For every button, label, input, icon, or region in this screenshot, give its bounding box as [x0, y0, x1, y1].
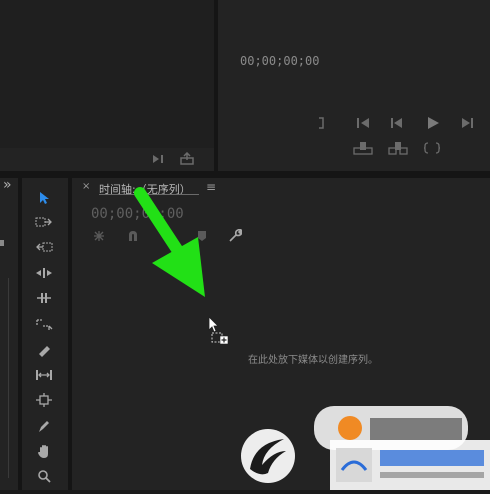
panel-scrollbar[interactable] [8, 278, 13, 478]
drag-cursor-icon [208, 316, 230, 350]
close-tab-icon[interactable]: × [82, 181, 90, 192]
export-frame-icon[interactable] [180, 151, 194, 168]
program-monitor-panel: 00;00;00;00 [218, 0, 490, 171]
step-forward-icon[interactable] [460, 117, 474, 132]
wrench-icon[interactable] [229, 228, 243, 245]
step-back-icon[interactable] [390, 117, 404, 132]
pen-tool-icon[interactable] [35, 418, 53, 434]
slide-tool-icon[interactable] [35, 392, 53, 408]
export-frame-icon[interactable] [423, 142, 441, 157]
green-arrow-annotation [130, 185, 220, 309]
rolling-edit-tool-icon[interactable] [35, 290, 53, 306]
extract-icon[interactable] [388, 141, 408, 158]
ripple-edit-tool-icon[interactable] [35, 265, 53, 281]
insert-icon[interactable] [152, 153, 166, 168]
panel-divider[interactable] [0, 171, 490, 178]
program-timecode[interactable]: 00;00;00;00 [240, 54, 319, 68]
go-to-in-icon[interactable] [356, 117, 372, 132]
track-select-backward-tool-icon[interactable] [35, 239, 53, 255]
timeline-drop-hint: 在此处放下媒体以创建序列。 [248, 355, 378, 366]
panel-divider[interactable] [214, 0, 218, 171]
track-select-forward-tool-icon[interactable] [35, 214, 53, 230]
project-panel-edge: » [0, 177, 18, 490]
rate-stretch-tool-icon[interactable] [35, 316, 53, 332]
panel-overflow-icon[interactable]: » [3, 177, 12, 193]
lift-icon[interactable] [353, 141, 373, 158]
source-monitor-screen [0, 0, 214, 148]
play-icon[interactable] [426, 116, 440, 133]
scroll-marker [0, 240, 4, 246]
selection-tool-icon[interactable] [35, 190, 53, 206]
mark-out-icon[interactable] [318, 117, 326, 132]
hand-tool-icon[interactable] [35, 443, 53, 459]
watermark-yueyang-logo [330, 440, 490, 494]
source-monitor-panel [0, 0, 214, 171]
zoom-tool-icon[interactable] [35, 468, 53, 484]
nest-icon[interactable] [93, 230, 105, 245]
watermark-swirl-logo [232, 425, 304, 491]
razor-tool-icon[interactable] [35, 342, 53, 358]
slip-tool-icon[interactable] [35, 367, 53, 383]
